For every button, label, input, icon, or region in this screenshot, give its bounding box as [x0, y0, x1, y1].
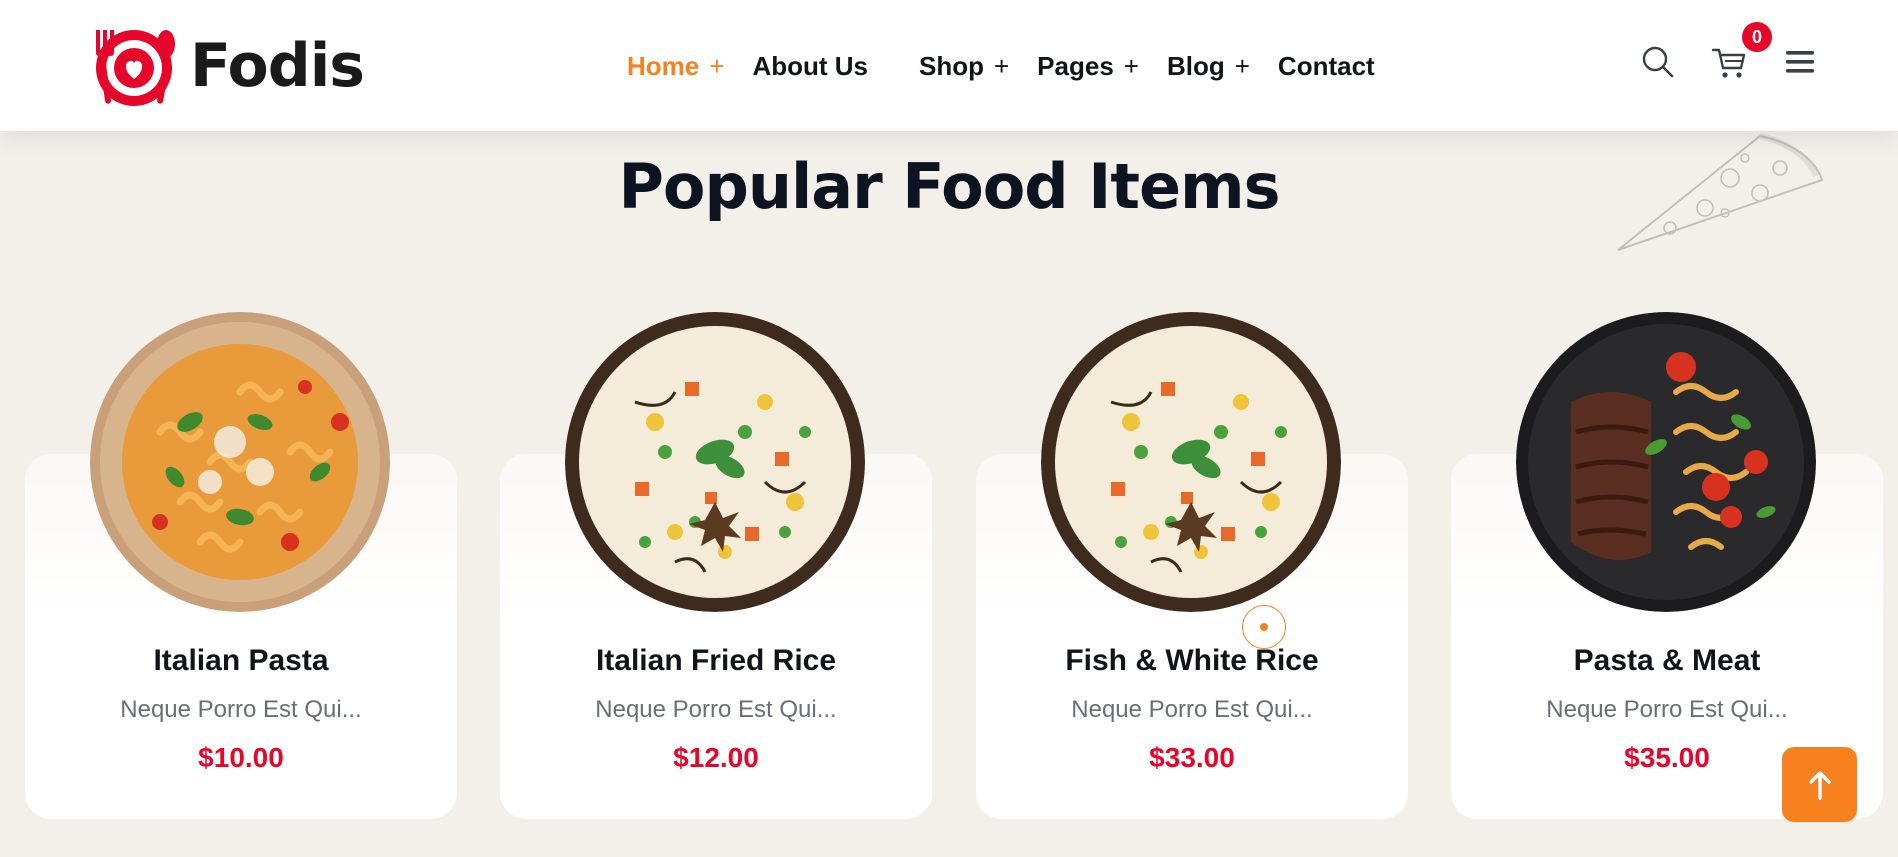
- nav-label: Contact: [1277, 50, 1375, 81]
- pasta-dish-image[interactable]: [90, 312, 390, 612]
- cart-count-badge: 0: [1742, 22, 1772, 52]
- product-name[interactable]: Italian Pasta: [25, 644, 457, 678]
- hamburger-icon[interactable]: [1780, 42, 1820, 82]
- site-header: Fodis Home + About Us Shop + Pages + Blo…: [0, 0, 1898, 131]
- nav-item-contact[interactable]: Contact: [1278, 51, 1375, 82]
- cart-icon[interactable]: [1709, 42, 1749, 82]
- brand-name: Fodis: [190, 31, 365, 101]
- nav-item-pages[interactable]: Pages +: [1037, 51, 1139, 82]
- product-name[interactable]: Fish & White Rice: [976, 644, 1408, 678]
- product-price: $12.00: [673, 742, 759, 773]
- carousel-dot: [1260, 623, 1268, 631]
- submenu-plus-icon: +: [993, 50, 1010, 81]
- scroll-to-top-button[interactable]: [1782, 747, 1857, 822]
- product-name[interactable]: Italian Fried Rice: [500, 644, 932, 678]
- arrow-up-icon: [1808, 770, 1831, 800]
- pizza-slice-decoration: [1617, 133, 1824, 251]
- fried-rice-dish-image[interactable]: [565, 312, 865, 612]
- product-price: $33.00: [1149, 742, 1235, 773]
- nav-item-shop[interactable]: Shop +: [919, 51, 1009, 82]
- search-icon[interactable]: [1638, 42, 1678, 82]
- carousel-indicator[interactable]: [1242, 605, 1286, 649]
- nav-item-home[interactable]: Home +: [627, 51, 724, 82]
- product-price: $10.00: [198, 742, 284, 773]
- nav-label: Shop: [918, 50, 984, 81]
- submenu-plus-icon: +: [1123, 50, 1139, 81]
- logo-icon: [96, 30, 175, 106]
- nav-label: Blog: [1166, 50, 1225, 81]
- nav-label: Pages: [1037, 50, 1114, 81]
- fried-rice-dish-image[interactable]: [1041, 312, 1341, 612]
- nav-item-about[interactable]: About Us: [752, 51, 868, 82]
- product-description: Neque Porro Est Qui...: [595, 696, 837, 723]
- product-description: Neque Porro Est Qui...: [1071, 696, 1313, 723]
- brand-logo[interactable]: Fodis: [88, 24, 365, 108]
- main-nav: Home + About Us Shop + Pages + Blog + Co…: [627, 48, 1403, 84]
- submenu-plus-icon: +: [1234, 50, 1250, 81]
- nav-label: Home: [627, 50, 700, 81]
- product-description: Neque Porro Est Qui...: [120, 696, 362, 723]
- product-description: Neque Porro Est Qui...: [1546, 696, 1788, 723]
- steak-pasta-dish-image[interactable]: [1516, 312, 1816, 612]
- nav-label: About Us: [752, 50, 868, 81]
- submenu-plus-icon: +: [709, 50, 725, 81]
- product-name[interactable]: Pasta & Meat: [1451, 644, 1883, 678]
- nav-item-blog[interactable]: Blog +: [1167, 51, 1250, 82]
